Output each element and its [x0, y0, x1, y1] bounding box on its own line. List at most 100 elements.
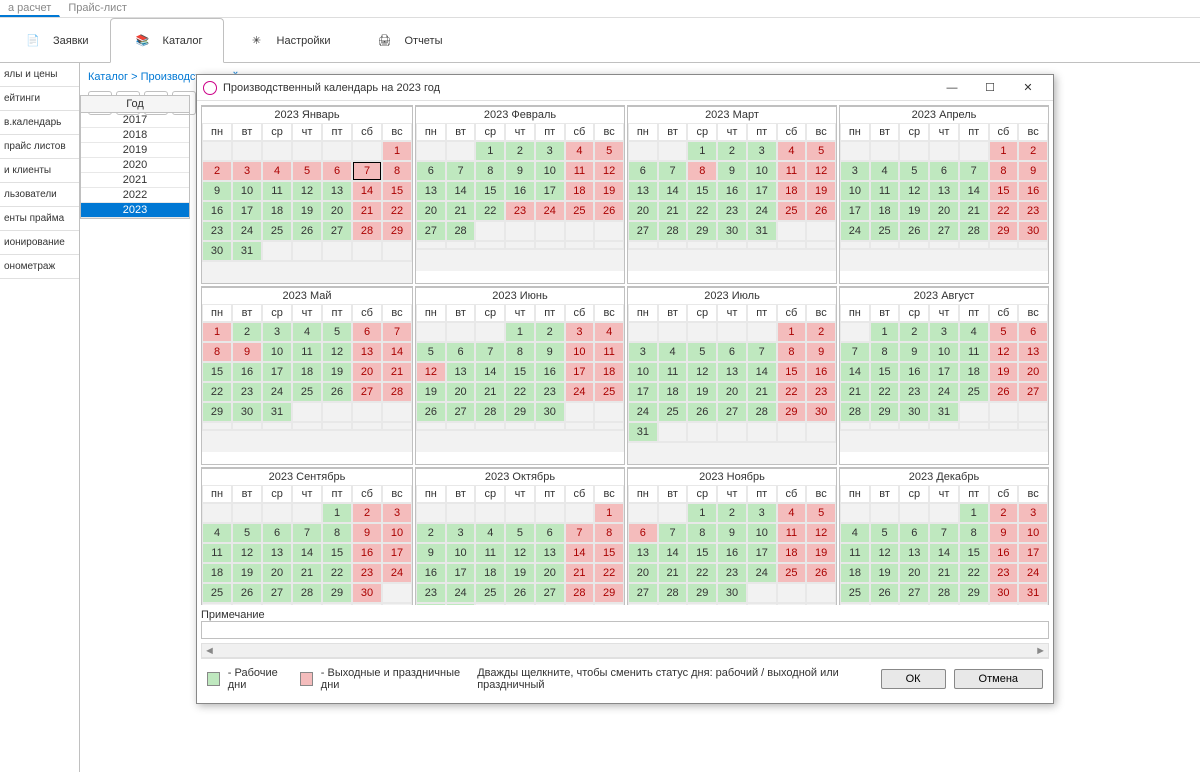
calendar-day[interactable]: 21 [446, 201, 476, 221]
calendar-day[interactable]: 22 [202, 382, 232, 402]
calendar-day[interactable]: 18 [262, 201, 292, 221]
calendar-day[interactable]: 4 [870, 161, 900, 181]
tab-отчеты[interactable]: 🖨Отчеты [351, 18, 463, 62]
calendar-day[interactable]: 8 [870, 342, 900, 362]
calendar-day[interactable]: 7 [658, 523, 688, 543]
calendar-day[interactable]: 20 [1018, 362, 1048, 382]
calendar-day[interactable]: 10 [382, 523, 412, 543]
calendar-day[interactable]: 13 [446, 362, 476, 382]
calendar-day[interactable]: 25 [292, 382, 322, 402]
calendar-day[interactable]: 28 [747, 402, 777, 422]
calendar-day[interactable]: 9 [535, 342, 565, 362]
calendar-day[interactable]: 20 [929, 201, 959, 221]
calendar-day[interactable]: 5 [594, 141, 624, 161]
calendar-day[interactable]: 31 [262, 402, 292, 422]
calendar-day[interactable]: 13 [535, 543, 565, 563]
calendar-day[interactable]: 9 [416, 543, 446, 563]
calendar-day[interactable]: 21 [475, 382, 505, 402]
calendar-day[interactable]: 26 [292, 221, 322, 241]
calendar-day[interactable]: 11 [658, 362, 688, 382]
calendar-day[interactable]: 25 [658, 402, 688, 422]
calendar-day[interactable]: 16 [899, 362, 929, 382]
calendar-day[interactable]: 30 [717, 583, 747, 603]
calendar-day[interactable]: 16 [505, 181, 535, 201]
calendar-day[interactable]: 8 [382, 161, 412, 181]
calendar-day[interactable]: 14 [929, 543, 959, 563]
calendar-day[interactable]: 17 [446, 563, 476, 583]
calendar-day[interactable]: 10 [1018, 523, 1048, 543]
calendar-day[interactable]: 13 [352, 342, 382, 362]
calendar-day[interactable]: 22 [959, 563, 989, 583]
calendar-day[interactable]: 8 [475, 161, 505, 181]
calendar-day[interactable]: 22 [475, 201, 505, 221]
calendar-day[interactable]: 21 [382, 362, 412, 382]
calendar-day[interactable]: 21 [959, 201, 989, 221]
calendar-day[interactable]: 9 [899, 342, 929, 362]
calendar-day[interactable]: 9 [717, 161, 747, 181]
calendar-day[interactable]: 13 [929, 181, 959, 201]
calendar-day[interactable]: 4 [292, 322, 322, 342]
calendar-day[interactable]: 19 [806, 543, 836, 563]
calendar-day[interactable]: 10 [565, 342, 595, 362]
calendar-day[interactable]: 7 [747, 342, 777, 362]
calendar-day[interactable]: 8 [687, 161, 717, 181]
calendar-day[interactable]: 22 [989, 201, 1019, 221]
calendar-day[interactable]: 10 [262, 342, 292, 362]
calendar-day[interactable]: 30 [352, 583, 382, 603]
calendar-day[interactable]: 23 [717, 563, 747, 583]
calendar-day[interactable]: 18 [565, 181, 595, 201]
calendar-day[interactable]: 24 [929, 382, 959, 402]
calendar-day[interactable]: 14 [446, 181, 476, 201]
calendar-day[interactable]: 30 [232, 402, 262, 422]
calendar-day[interactable]: 20 [446, 382, 476, 402]
calendar-day[interactable]: 9 [717, 523, 747, 543]
calendar-day[interactable]: 21 [658, 563, 688, 583]
calendar-day[interactable]: 1 [777, 322, 807, 342]
calendar-day[interactable]: 26 [806, 201, 836, 221]
calendar-day[interactable]: 6 [628, 523, 658, 543]
calendar-day[interactable]: 27 [446, 402, 476, 422]
calendar-day[interactable]: 28 [292, 583, 322, 603]
calendar-day[interactable]: 27 [352, 382, 382, 402]
calendar-day[interactable]: 5 [292, 161, 322, 181]
calendar-day[interactable]: 22 [594, 563, 624, 583]
calendar-day[interactable]: 31 [929, 402, 959, 422]
calendar-day[interactable]: 1 [687, 503, 717, 523]
calendar-day[interactable]: 18 [658, 382, 688, 402]
calendar-day[interactable]: 7 [292, 523, 322, 543]
calendar-day[interactable]: 20 [352, 362, 382, 382]
calendar-day[interactable]: 4 [777, 503, 807, 523]
calendar-day[interactable]: 22 [687, 563, 717, 583]
calendar-day[interactable]: 6 [352, 322, 382, 342]
calendar-day[interactable]: 29 [202, 402, 232, 422]
calendar-day[interactable]: 24 [382, 563, 412, 583]
tab-настройки[interactable]: ✳Настройки [224, 18, 352, 62]
calendar-day[interactable]: 7 [475, 342, 505, 362]
calendar-day[interactable]: 5 [806, 141, 836, 161]
calendar-day[interactable]: 16 [717, 181, 747, 201]
calendar-day[interactable]: 24 [747, 563, 777, 583]
calendar-day[interactable]: 2 [416, 523, 446, 543]
calendar-day[interactable]: 15 [959, 543, 989, 563]
calendar-day[interactable]: 21 [658, 201, 688, 221]
cancel-button[interactable]: Отмена [954, 669, 1043, 689]
calendar-day[interactable]: 19 [806, 181, 836, 201]
calendar-day[interactable]: 26 [322, 382, 352, 402]
calendar-day[interactable]: 25 [959, 382, 989, 402]
calendar-day[interactable]: 18 [777, 543, 807, 563]
calendar-day[interactable]: 21 [292, 563, 322, 583]
sidebar-item[interactable]: прайс листов [0, 135, 79, 159]
calendar-day[interactable]: 1 [687, 141, 717, 161]
calendar-day[interactable]: 2 [1018, 141, 1048, 161]
calendar-day[interactable]: 10 [446, 543, 476, 563]
calendar-day[interactable]: 16 [1018, 181, 1048, 201]
calendar-day[interactable]: 30 [535, 402, 565, 422]
calendar-day[interactable]: 28 [382, 382, 412, 402]
calendar-day[interactable]: 29 [382, 221, 412, 241]
calendar-day[interactable]: 26 [989, 382, 1019, 402]
calendar-day[interactable]: 25 [565, 201, 595, 221]
calendar-day[interactable]: 15 [870, 362, 900, 382]
calendar-day[interactable]: 29 [989, 221, 1019, 241]
calendar-day[interactable]: 11 [202, 543, 232, 563]
calendar-day[interactable]: 20 [717, 382, 747, 402]
